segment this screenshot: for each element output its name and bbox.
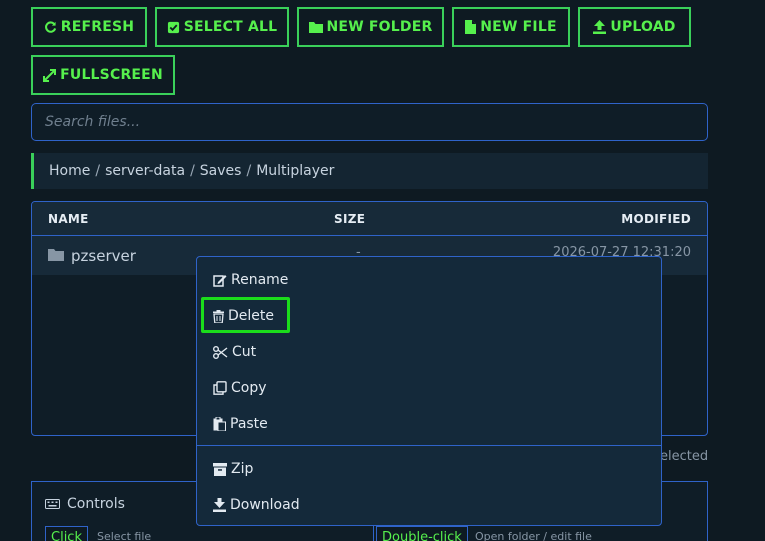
breadcrumb-separator: /: [190, 163, 195, 179]
column-header-modified[interactable]: MODIFIED: [621, 212, 691, 226]
column-header-size[interactable]: SIZE: [334, 212, 365, 226]
clipboard-icon: [213, 417, 226, 431]
control-desc: Select file: [97, 530, 152, 541]
scissors-icon: [213, 345, 228, 359]
refresh-icon: [44, 20, 56, 33]
new-folder-button[interactable]: NEW FOLDER: [297, 7, 444, 47]
menu-item-cut[interactable]: Cut: [213, 340, 256, 364]
edit-icon: [213, 275, 227, 287]
table-header: NAME SIZE MODIFIED: [32, 202, 707, 236]
breadcrumb-item-server-data[interactable]: server-data: [105, 163, 185, 179]
breadcrumb-item-saves[interactable]: Saves: [200, 163, 242, 179]
selection-status: elected: [660, 449, 709, 464]
breadcrumb-separator: /: [246, 163, 252, 179]
copy-icon: [213, 381, 227, 395]
menu-item-rename[interactable]: Rename: [213, 268, 288, 292]
file-name: pzserver: [71, 247, 136, 265]
breadcrumb: Home / server-data / Saves / Multiplayer: [31, 153, 708, 189]
checkbox-icon: [167, 21, 179, 33]
menu-label: Rename: [231, 272, 289, 288]
fullscreen-button[interactable]: FULLSCREEN: [31, 55, 175, 95]
breadcrumb-item-home[interactable]: Home: [49, 163, 90, 179]
new-folder-label: NEW FOLDER: [326, 19, 433, 35]
select-all-button[interactable]: SELECT ALL: [155, 7, 289, 47]
control-key: Double-click: [376, 526, 468, 541]
menu-item-download[interactable]: Download: [213, 493, 300, 517]
download-icon: [213, 498, 226, 512]
new-file-button[interactable]: NEW FILE: [452, 7, 570, 47]
archive-icon: [213, 462, 227, 476]
folder-icon: [48, 249, 64, 261]
select-all-label: SELECT ALL: [183, 19, 278, 35]
menu-item-copy[interactable]: Copy: [213, 376, 267, 400]
controls-title: Controls: [45, 496, 125, 512]
controls-title-label: Controls: [67, 496, 125, 512]
breadcrumb-separator: /: [95, 163, 101, 179]
fullscreen-label: FULLSCREEN: [60, 67, 163, 83]
control-desc: Open folder / edit file: [475, 530, 592, 541]
search-placeholder: Search files...: [45, 114, 141, 130]
refresh-button[interactable]: REFRESH: [31, 7, 147, 47]
file-manager: REFRESH SELECT ALL NEW FOLDER NEW FILE U…: [0, 0, 765, 541]
menu-label: Copy: [231, 380, 267, 396]
expand-icon: [43, 68, 57, 82]
folder-icon: [308, 22, 323, 33]
menu-item-paste[interactable]: Paste: [213, 412, 268, 436]
menu-label: Cut: [232, 344, 257, 360]
control-key: Click: [45, 526, 88, 541]
new-file-label: NEW FILE: [480, 19, 557, 35]
column-header-name[interactable]: NAME: [48, 212, 89, 226]
refresh-label: REFRESH: [60, 19, 135, 35]
menu-label: Zip: [231, 461, 254, 477]
breadcrumb-item-multiplayer[interactable]: Multiplayer: [256, 163, 334, 179]
upload-button[interactable]: UPLOAD: [578, 7, 691, 47]
delete-highlight-box: [201, 297, 290, 333]
upload-icon: [593, 20, 607, 34]
upload-label: UPLOAD: [610, 19, 676, 35]
keyboard-icon: [45, 499, 60, 509]
file-icon: [465, 20, 477, 34]
search-input[interactable]: Search files...: [31, 103, 708, 141]
controls-row: Click Select file Double-click Open fold…: [32, 526, 707, 541]
menu-label: Paste: [230, 416, 268, 432]
menu-item-zip[interactable]: Zip: [213, 457, 253, 481]
menu-divider: [197, 445, 661, 446]
menu-label: Download: [230, 497, 300, 513]
divider: [373, 526, 374, 541]
